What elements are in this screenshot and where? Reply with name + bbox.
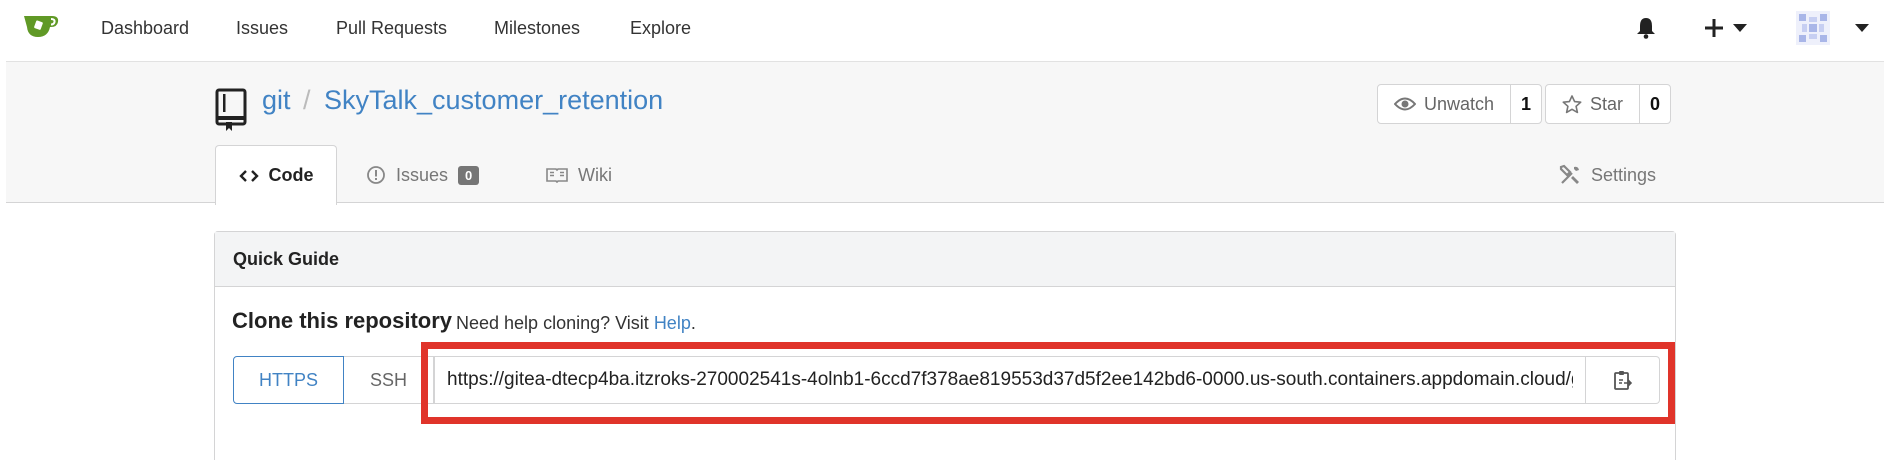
gitea-logo-icon[interactable] [22, 10, 60, 40]
tools-icon [1559, 164, 1579, 184]
tab-code-label: Code [268, 165, 314, 185]
star-label: Star [1590, 93, 1624, 114]
user-menu-dropdown[interactable] [1796, 10, 1870, 46]
star-button-group: Star 0 [1545, 84, 1672, 124]
highlight-box [421, 342, 1675, 424]
star-icon [1562, 94, 1582, 113]
issues-count-badge: 0 [458, 165, 480, 185]
nav-milestones[interactable]: Milestones [494, 16, 580, 40]
create-new-dropdown[interactable] [1704, 10, 1748, 46]
tab-wiki[interactable]: Wiki [546, 147, 612, 203]
clone-title: Clone this repository [232, 308, 453, 333]
clone-help-text: Need help cloning? Visit Help. [456, 313, 696, 334]
help-link[interactable]: Help [654, 313, 691, 333]
tab-code[interactable]: Code [215, 145, 337, 205]
watch-count[interactable]: 1 [1510, 85, 1541, 123]
nav-explore[interactable]: Explore [630, 16, 691, 40]
repo-book-icon [215, 88, 247, 131]
watch-button-group: Unwatch 1 [1377, 84, 1543, 124]
caret-down-icon [1855, 24, 1869, 32]
code-icon [238, 169, 259, 182]
nav-pull-requests[interactable]: Pull Requests [336, 16, 447, 40]
avatar [1796, 11, 1830, 45]
tab-settings[interactable]: Settings [1559, 147, 1656, 203]
tab-issues[interactable]: Issues 0 [366, 147, 480, 203]
repo-name-link[interactable]: SkyTalk_customer_retention [324, 85, 663, 116]
https-button[interactable]: HTTPS [233, 356, 344, 404]
plus-icon [1705, 19, 1723, 37]
repo-owner-link[interactable]: git [262, 85, 291, 116]
tab-issues-label: Issues [396, 164, 449, 185]
quick-guide-header: Quick Guide [215, 232, 1675, 287]
nav-issues[interactable]: Issues [236, 16, 288, 40]
eye-icon [1394, 97, 1416, 111]
caret-down-icon [1733, 24, 1747, 32]
repo-path-separator: / [303, 85, 311, 115]
clone-help-prefix: Need help cloning? Visit [456, 313, 649, 333]
notifications-button[interactable] [1636, 10, 1656, 46]
nav-dashboard[interactable]: Dashboard [101, 16, 189, 40]
clone-help-period: . [690, 313, 696, 333]
top-navbar: Dashboard Issues Pull Requests Milestone… [0, 0, 1896, 56]
issue-opened-icon [367, 166, 385, 184]
star-count[interactable]: 0 [1639, 85, 1670, 123]
star-button[interactable]: Star [1546, 85, 1639, 123]
book-icon [546, 168, 568, 183]
unwatch-label: Unwatch [1424, 93, 1495, 114]
tab-wiki-label: Wiki [578, 164, 612, 185]
bell-icon [1637, 18, 1655, 39]
unwatch-button[interactable]: Unwatch [1378, 85, 1510, 123]
tab-settings-label: Settings [1591, 164, 1657, 185]
